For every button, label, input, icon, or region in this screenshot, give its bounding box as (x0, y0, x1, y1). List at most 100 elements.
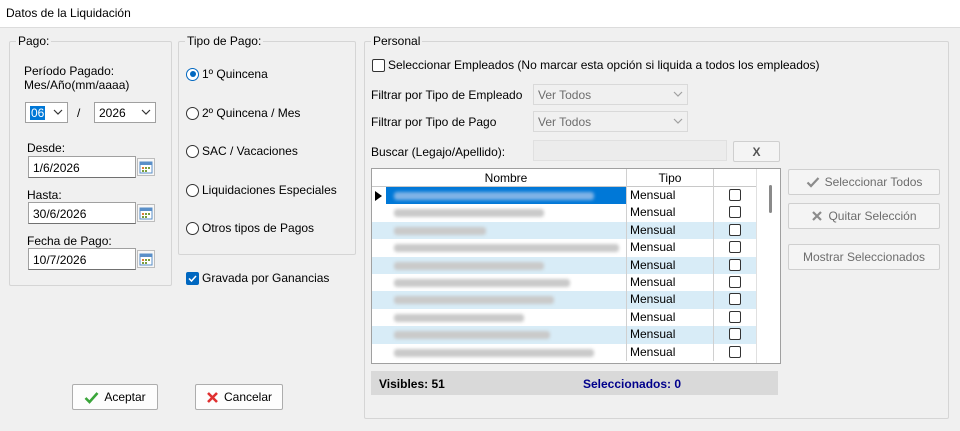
table-row[interactable]: Mensual (372, 343, 756, 361)
quitar-seleccion-label: Quitar Selección (828, 209, 917, 223)
cell-tipo[interactable]: Mensual (626, 187, 713, 205)
cell-tipo[interactable]: Mensual (626, 204, 713, 222)
table-row[interactable]: Mensual (372, 308, 756, 327)
quitar-seleccion-button[interactable]: Quitar Selección (788, 203, 940, 229)
empleados-grid[interactable]: Nombre Tipo Mensual Mensual Mensual Mens… (371, 168, 781, 364)
row-checkbox[interactable] (729, 310, 741, 323)
buscar-clear-button[interactable]: X (733, 141, 780, 162)
cell-nombre[interactable] (386, 257, 626, 274)
cell-tipo[interactable]: Mensual (626, 326, 713, 344)
cell-select[interactable] (713, 256, 756, 274)
redacted-name (394, 279, 570, 287)
radio-sac-vacaciones[interactable]: SAC / Vacaciones (186, 144, 298, 158)
anio-select[interactable]: 2026 (94, 102, 156, 123)
row-checkbox[interactable] (729, 189, 741, 201)
tipo-pago-legend: Tipo de Pago: (187, 34, 262, 48)
visibles-count: Visibles: 51 (379, 377, 445, 391)
radio-indicator[interactable] (186, 183, 199, 197)
cell-tipo[interactable]: Mensual (626, 343, 713, 361)
row-checkbox[interactable] (729, 276, 741, 288)
seleccionar-empleados-checkbox[interactable]: Seleccionar Empleados (No marcar esta op… (372, 58, 820, 72)
hasta-field[interactable]: 30/6/2026 (28, 202, 136, 224)
cell-select[interactable] (713, 343, 756, 361)
row-checkbox[interactable] (729, 206, 741, 219)
radio-otros-pagos[interactable]: Otros tipos de Pagos (186, 221, 314, 235)
col-header-nombre[interactable]: Nombre (386, 171, 626, 185)
row-checkbox[interactable] (729, 293, 741, 306)
cell-nombre[interactable] (386, 187, 626, 205)
cell-nombre[interactable] (386, 326, 626, 343)
row-checkbox[interactable] (729, 223, 741, 236)
cancelar-button[interactable]: Cancelar (195, 384, 283, 410)
cell-nombre[interactable] (386, 274, 626, 291)
col-header-check[interactable] (713, 169, 756, 187)
row-checkbox[interactable] (729, 345, 741, 358)
cell-nombre[interactable] (386, 309, 626, 326)
table-row[interactable]: Mensual (372, 291, 756, 309)
buscar-input[interactable] (533, 140, 727, 161)
seleccionar-empleados-label: Seleccionar Empleados (No marcar esta op… (388, 58, 820, 72)
checkbox-indicator[interactable] (372, 58, 385, 72)
cell-tipo[interactable]: Mensual (626, 239, 713, 257)
checkbox-indicator[interactable] (186, 271, 199, 285)
desde-calendar-button[interactable] (137, 158, 155, 176)
cell-select[interactable] (713, 291, 756, 309)
table-row[interactable]: Mensual (372, 204, 756, 222)
grid-scrollbar[interactable] (756, 169, 780, 363)
cell-select[interactable] (713, 326, 756, 344)
fecha-pago-field[interactable]: 10/7/2026 (28, 248, 136, 270)
gravada-ganancias-checkbox[interactable]: Gravada por Ganancias (186, 271, 329, 285)
cell-select[interactable] (713, 204, 756, 222)
mes-value: 06 (30, 105, 46, 120)
redacted-name (394, 348, 594, 357)
cell-tipo[interactable]: Mensual (626, 221, 713, 240)
grid-statusbar: Visibles: 51 Seleccionados: 0 (371, 371, 778, 395)
table-row[interactable]: Mensual (372, 326, 756, 344)
radio-label: 2º Quincena / Mes (202, 106, 301, 120)
cell-tipo[interactable]: Mensual (626, 274, 713, 292)
anio-value: 2026 (99, 105, 126, 120)
col-header-tipo[interactable]: Tipo (626, 169, 713, 187)
hasta-calendar-button[interactable] (137, 204, 155, 222)
cell-select[interactable] (713, 274, 756, 292)
radio-indicator[interactable] (186, 221, 199, 235)
cell-tipo[interactable]: Mensual (626, 291, 713, 309)
desde-field[interactable]: 1/6/2026 (28, 156, 136, 178)
cell-select[interactable] (713, 221, 756, 240)
filtro-empleado-select[interactable]: Ver Todos (533, 84, 688, 105)
table-row[interactable]: Mensual (372, 239, 756, 257)
fecha-pago-calendar-button[interactable] (137, 250, 155, 268)
cell-nombre[interactable] (386, 344, 626, 361)
row-checkbox[interactable] (729, 258, 741, 271)
row-checkbox[interactable] (729, 241, 741, 254)
radio-liquidaciones-especiales[interactable]: Liquidaciones Especiales (186, 183, 337, 197)
table-row[interactable]: Mensual (372, 256, 756, 274)
desde-label: Desde: (27, 141, 66, 155)
radio-quincena-2[interactable]: 2º Quincena / Mes (186, 106, 300, 120)
aceptar-button[interactable]: Aceptar (72, 384, 158, 410)
cell-tipo[interactable]: Mensual (626, 256, 713, 274)
row-checkbox[interactable] (729, 328, 741, 341)
radio-indicator[interactable] (186, 106, 199, 120)
cell-nombre[interactable] (386, 222, 626, 239)
filtro-pago-select[interactable]: Ver Todos (533, 111, 688, 132)
scrollbar-thumb[interactable] (769, 185, 772, 213)
table-row[interactable]: Mensual (372, 187, 756, 205)
radio-indicator[interactable] (186, 67, 199, 81)
cell-nombre[interactable] (386, 291, 626, 308)
radio-quincena-1[interactable]: 1º Quincena (186, 67, 268, 81)
table-row[interactable]: Mensual (372, 274, 756, 292)
cell-select[interactable] (713, 239, 756, 257)
seleccionar-todos-button[interactable]: Seleccionar Todos (788, 169, 940, 195)
seleccionados-count: Seleccionados: 0 (583, 377, 682, 391)
cell-nombre[interactable] (386, 204, 626, 221)
radio-indicator[interactable] (186, 144, 199, 158)
cell-tipo[interactable]: Mensual (626, 308, 713, 327)
cell-select[interactable] (713, 308, 756, 327)
mes-select[interactable]: 06 (25, 102, 68, 123)
calendar-icon (139, 207, 153, 220)
cell-select[interactable] (713, 187, 756, 205)
table-row[interactable]: Mensual (372, 221, 756, 240)
cell-nombre[interactable] (386, 239, 626, 256)
mostrar-seleccionados-button[interactable]: Mostrar Seleccionados (788, 244, 940, 270)
